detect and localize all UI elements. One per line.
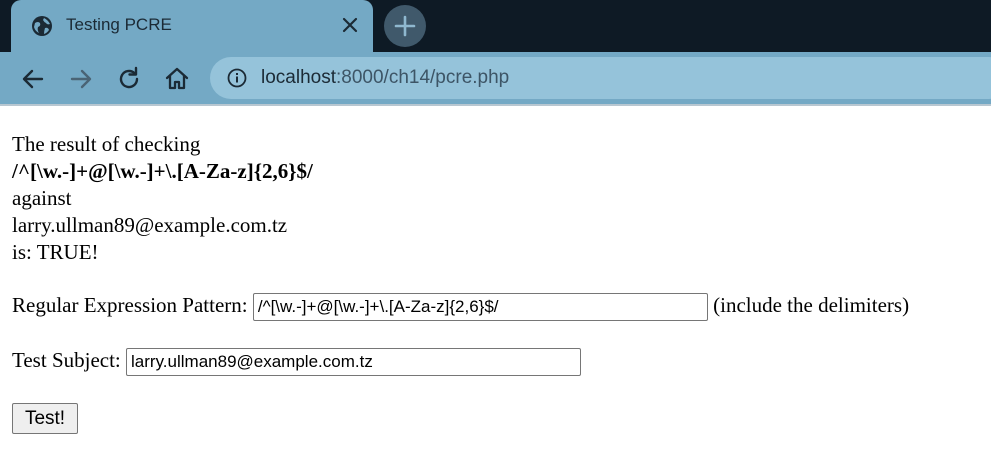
forward-icon[interactable] [67, 65, 95, 93]
test-button[interactable]: Test! [12, 403, 78, 434]
result-pattern: /^[\w.-]+@[\w.-]+\.[A-Za-z]{2,6}$/ [12, 159, 313, 183]
url-path: :8000/ch14/pcre.php [336, 67, 510, 88]
browser-tab[interactable]: Testing PCRE [11, 0, 373, 52]
pattern-hint: (include the delimiters) [713, 293, 910, 317]
url-host: localhost [261, 67, 336, 88]
result-subject: larry.ullman89@example.com.tz [12, 213, 288, 237]
subject-label: Test Subject: [12, 348, 121, 372]
tab-strip: Testing PCRE [0, 0, 991, 52]
info-icon[interactable] [227, 68, 247, 88]
result-block: The result of checking /^[\w.-]+@[\w.-]+… [12, 131, 313, 266]
pattern-input[interactable] [252, 293, 708, 322]
subject-row: Test Subject: [12, 348, 582, 377]
reload-icon[interactable] [115, 65, 143, 93]
address-bar[interactable]: localhost:8000/ch14/pcre.php [210, 57, 991, 99]
tab-title: Testing PCRE [66, 15, 172, 34]
new-tab-button[interactable] [384, 5, 426, 47]
result-outcome: is: TRUE! [12, 240, 99, 264]
url-text: localhost:8000/ch14/pcre.php [261, 67, 509, 89]
close-icon[interactable] [340, 15, 360, 35]
pattern-row: Regular Expression Pattern: (include the… [12, 293, 910, 322]
plus-icon [394, 15, 416, 37]
home-icon[interactable] [163, 65, 191, 93]
subject-input[interactable] [126, 348, 582, 377]
result-intro: The result of checking [12, 132, 201, 156]
toolbar-divider [0, 104, 991, 106]
globe-icon [31, 15, 53, 37]
back-icon[interactable] [19, 65, 47, 93]
pattern-label: Regular Expression Pattern: [12, 293, 248, 317]
result-against: against [12, 186, 72, 210]
browser-toolbar: localhost:8000/ch14/pcre.php [0, 52, 991, 104]
